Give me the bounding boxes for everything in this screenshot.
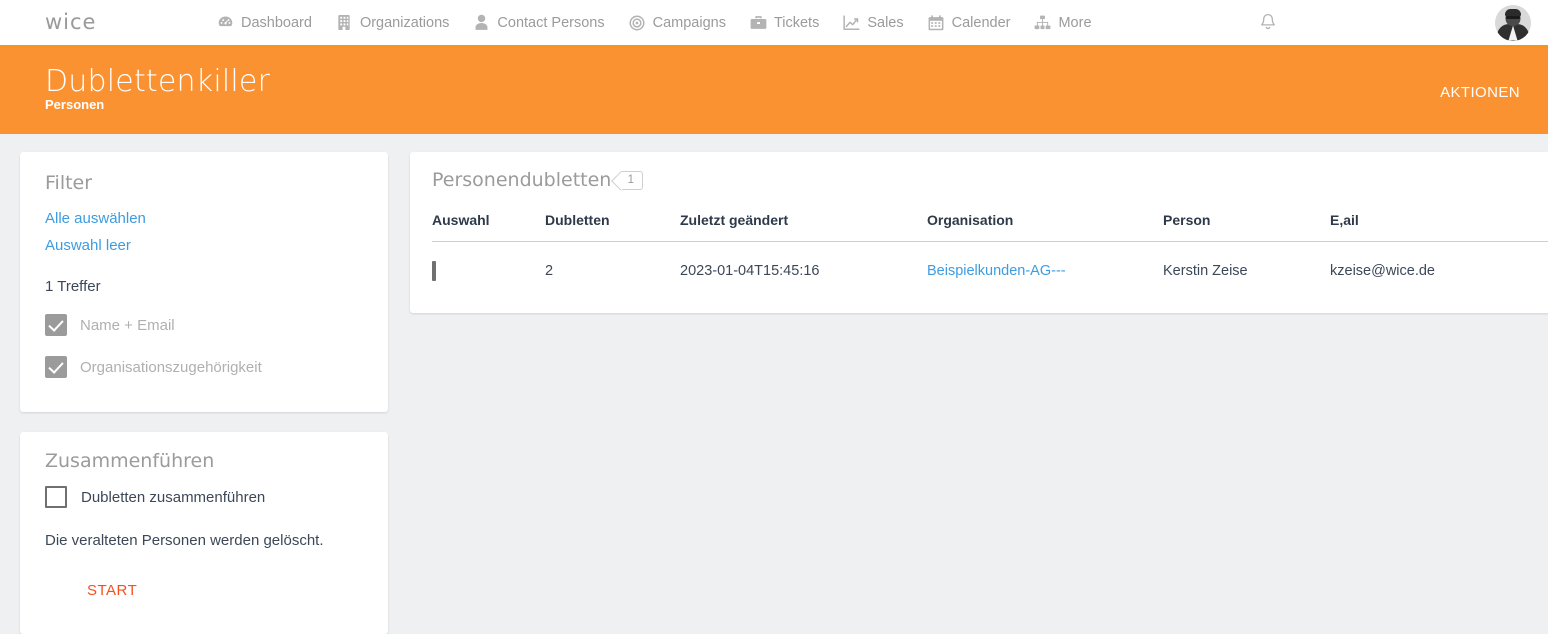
merge-checkbox[interactable] (45, 486, 67, 508)
table-header-row: Auswahl Dubletten Zuletzt geändert Organ… (432, 212, 1548, 242)
page-title: Dublettenkiller (45, 64, 271, 99)
merge-card-title: Zusammenführen (45, 450, 215, 472)
briefcase-icon (750, 14, 767, 31)
cell-zuletzt-geaendert: 2023-01-04T15:45:16 (680, 263, 820, 279)
cell-organisation: Beispielkunden-AG--- (927, 242, 1163, 279)
table-header: Auswahl Dubletten Zuletzt geändert Organ… (432, 212, 1548, 242)
filter-checkbox-label: Name + Email (80, 316, 175, 334)
start-button[interactable]: START (77, 576, 147, 605)
calendar-icon (928, 14, 945, 31)
duplicates-header: Personendubletten 1 (432, 169, 644, 191)
avatar-glasses (1506, 15, 1520, 19)
nav-item-label: Dashboard (241, 14, 312, 31)
column-header-organisation: Organisation (927, 212, 1163, 242)
column-header-zuletzt-geaendert: Zuletzt geändert (680, 212, 927, 242)
result-count: 1 Treffer (45, 278, 101, 295)
duplicates-card: Personendubletten 1 Auswahl Dubletten Zu… (410, 152, 1548, 313)
cell-person: Kerstin Zeise (1163, 263, 1248, 279)
checkbox-checked-icon (45, 356, 67, 378)
column-header-dubletten: Dubletten (545, 212, 680, 242)
filter-checkbox-organisationszugehoerigkeit: Organisationszugehörigkeit (45, 356, 262, 378)
duplicates-title: Personendubletten (432, 169, 612, 191)
main-navigation: Dashboard Organizations Contact Persons … (217, 14, 1116, 31)
cell-email: kzeise@wice.de (1330, 263, 1435, 279)
page-header: Dublettenkiller Personen AKTIONEN (0, 48, 1548, 134)
top-navbar: wice Dashboard Organizations Contact Per… (0, 0, 1548, 48)
duplicates-table: Auswahl Dubletten Zuletzt geändert Organ… (432, 212, 1548, 281)
line-chart-icon (843, 14, 860, 31)
nav-item-label: Organizations (359, 14, 450, 31)
merge-card: Zusammenführen Dubletten zusammenführen … (20, 432, 388, 634)
wice-logo[interactable]: wice (45, 12, 120, 33)
filter-checkbox-label: Organisationszugehörigkeit (80, 358, 262, 376)
nav-item-label: Contact Persons (497, 14, 605, 31)
nav-item-organizations[interactable]: Organizations (336, 14, 449, 31)
column-header-email: E,ail (1330, 212, 1548, 242)
organisation-link[interactable]: Beispielkunden-AG--- (927, 263, 1066, 279)
checkbox-checked-icon (45, 314, 67, 336)
row-select-checkbox[interactable] (432, 261, 436, 281)
nav-item-campaigns[interactable]: Campaigns (629, 14, 726, 31)
badge-value: 1 (627, 174, 635, 186)
person-icon (473, 14, 490, 31)
sitemap-icon (1034, 14, 1051, 31)
nav-item-dashboard[interactable]: Dashboard (217, 14, 312, 31)
clear-selection-link[interactable]: Auswahl leer (45, 237, 131, 254)
nav-item-sales[interactable]: Sales (843, 14, 904, 31)
bell-icon[interactable] (1259, 13, 1277, 32)
merge-checkbox-label[interactable]: Dubletten zusammenführen (81, 489, 265, 506)
nav-item-label: More (1058, 14, 1092, 31)
cell-dubletten: 2 (545, 263, 554, 279)
table-row: 2 2023-01-04T15:45:16 Beispielkunden-AG-… (432, 242, 1548, 281)
column-header-person: Person (1163, 212, 1330, 242)
avatar-hair (1505, 8, 1521, 16)
nav-item-label: Sales (867, 14, 904, 31)
nav-item-label: Campaigns (652, 14, 726, 31)
target-icon (629, 14, 646, 31)
duplicates-count-badge: 1 (621, 170, 644, 190)
column-header-auswahl: Auswahl (432, 212, 545, 242)
cell-auswahl (432, 242, 545, 281)
building-icon (336, 14, 353, 31)
nav-item-tickets[interactable]: Tickets (750, 14, 819, 31)
table-body: 2 2023-01-04T15:45:16 Beispielkunden-AG-… (432, 242, 1548, 281)
aktionen-button[interactable]: AKTIONEN (1434, 80, 1526, 105)
nav-item-contact-persons[interactable]: Contact Persons (473, 14, 605, 31)
page-subtitle: Personen (45, 97, 105, 112)
filter-card-title: Filter (45, 172, 93, 194)
filter-card: Filter Alle auswählen Auswahl leer 1 Tre… (20, 152, 388, 412)
nav-item-label: Tickets (773, 14, 820, 31)
navbar-right-area (1259, 0, 1548, 45)
avatar[interactable] (1495, 4, 1531, 41)
gauge-icon (217, 14, 234, 31)
merge-note: Die veralteten Personen werden gelöscht. (45, 532, 324, 549)
nav-item-calender[interactable]: Calender (928, 14, 1011, 31)
nav-item-label: Calender (951, 14, 1011, 31)
nav-item-more[interactable]: More (1034, 14, 1092, 31)
select-all-link[interactable]: Alle auswählen (45, 210, 146, 227)
merge-checkbox-row[interactable]: Dubletten zusammenführen (45, 486, 265, 508)
filter-checkbox-name-email: Name + Email (45, 314, 175, 336)
